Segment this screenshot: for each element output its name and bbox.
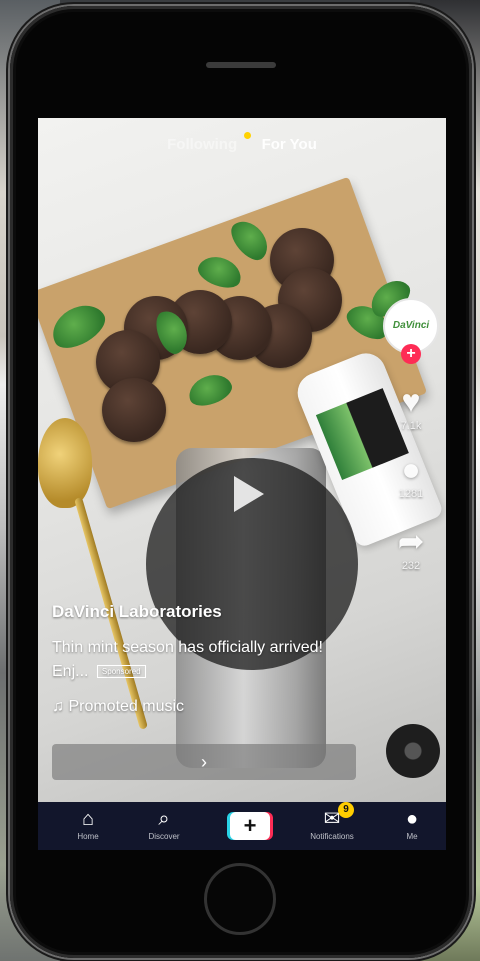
creator-avatar-text: DaVinci: [392, 320, 430, 331]
play-icon: [234, 476, 264, 512]
gold-spoon: [38, 418, 92, 508]
follow-plus-icon[interactable]: +: [401, 344, 421, 364]
creator-avatar[interactable]: DaVinci +: [383, 298, 439, 364]
tab-for-you[interactable]: For You: [252, 136, 327, 153]
comment-bubble-icon: ●: [401, 451, 421, 487]
feed-tabs: Following For You: [38, 132, 446, 154]
sponsored-tag: Sponsored: [96, 665, 146, 679]
live-indicator-dot: [244, 132, 252, 139]
nav-discover-label: Discover: [148, 832, 180, 841]
search-icon: ⌕: [158, 808, 170, 830]
tab-following-label: Following: [167, 136, 238, 153]
post-username[interactable]: DaVinci Laboratories: [52, 602, 342, 622]
nav-home[interactable]: ⌂ Home: [58, 808, 118, 841]
bottom-nav: ⌂ Home ⌕ Discover + ✉ 9 Notifications ● …: [38, 802, 446, 850]
nav-me[interactable]: ● Me: [382, 808, 442, 841]
notification-badge: 9: [338, 802, 354, 818]
tab-following[interactable]: Following: [157, 132, 252, 153]
nav-inbox[interactable]: ✉ 9 Notifications: [302, 802, 362, 841]
music-disc-icon[interactable]: [386, 724, 440, 778]
heart-icon: ♥: [401, 383, 421, 419]
comment-button[interactable]: ● 1281: [382, 452, 440, 500]
create-button[interactable]: +: [230, 812, 270, 840]
like-button[interactable]: ♥ 7.1k: [382, 384, 440, 432]
comment-count: 1281: [398, 488, 424, 500]
share-arrow-icon: ➦: [397, 523, 425, 559]
post-description: Thin mint season has officially arrived!…: [52, 636, 342, 684]
music-label[interactable]: ♫ Promoted music: [52, 698, 342, 716]
nav-me-label: Me: [406, 832, 418, 841]
earpiece-speaker: [206, 62, 276, 68]
phone-frame: Following For You DaVinci + ♥ 7.1k ● 128…: [10, 6, 472, 958]
share-button[interactable]: ➦ 232: [382, 524, 440, 572]
nav-home-label: Home: [77, 832, 99, 841]
cookie: [102, 378, 166, 442]
nav-inbox-label: Notifications: [310, 832, 354, 841]
phone-home-button[interactable]: [204, 863, 276, 935]
cta-button[interactable]: ›: [52, 744, 356, 780]
post-caption: DaVinci Laboratories Thin mint season ha…: [52, 602, 342, 716]
nav-discover[interactable]: ⌕ Discover: [134, 808, 194, 841]
like-count: 7.1k: [400, 420, 422, 432]
post-description-text: Thin mint season has officially arrived!…: [52, 639, 323, 680]
app-screen: Following For You DaVinci + ♥ 7.1k ● 128…: [38, 118, 446, 850]
profile-icon: ●: [405, 808, 419, 830]
action-rail: DaVinci + ♥ 7.1k ● 1281 ➦ 232: [382, 298, 440, 572]
share-count: 232: [401, 560, 421, 572]
home-icon: ⌂: [81, 808, 95, 830]
